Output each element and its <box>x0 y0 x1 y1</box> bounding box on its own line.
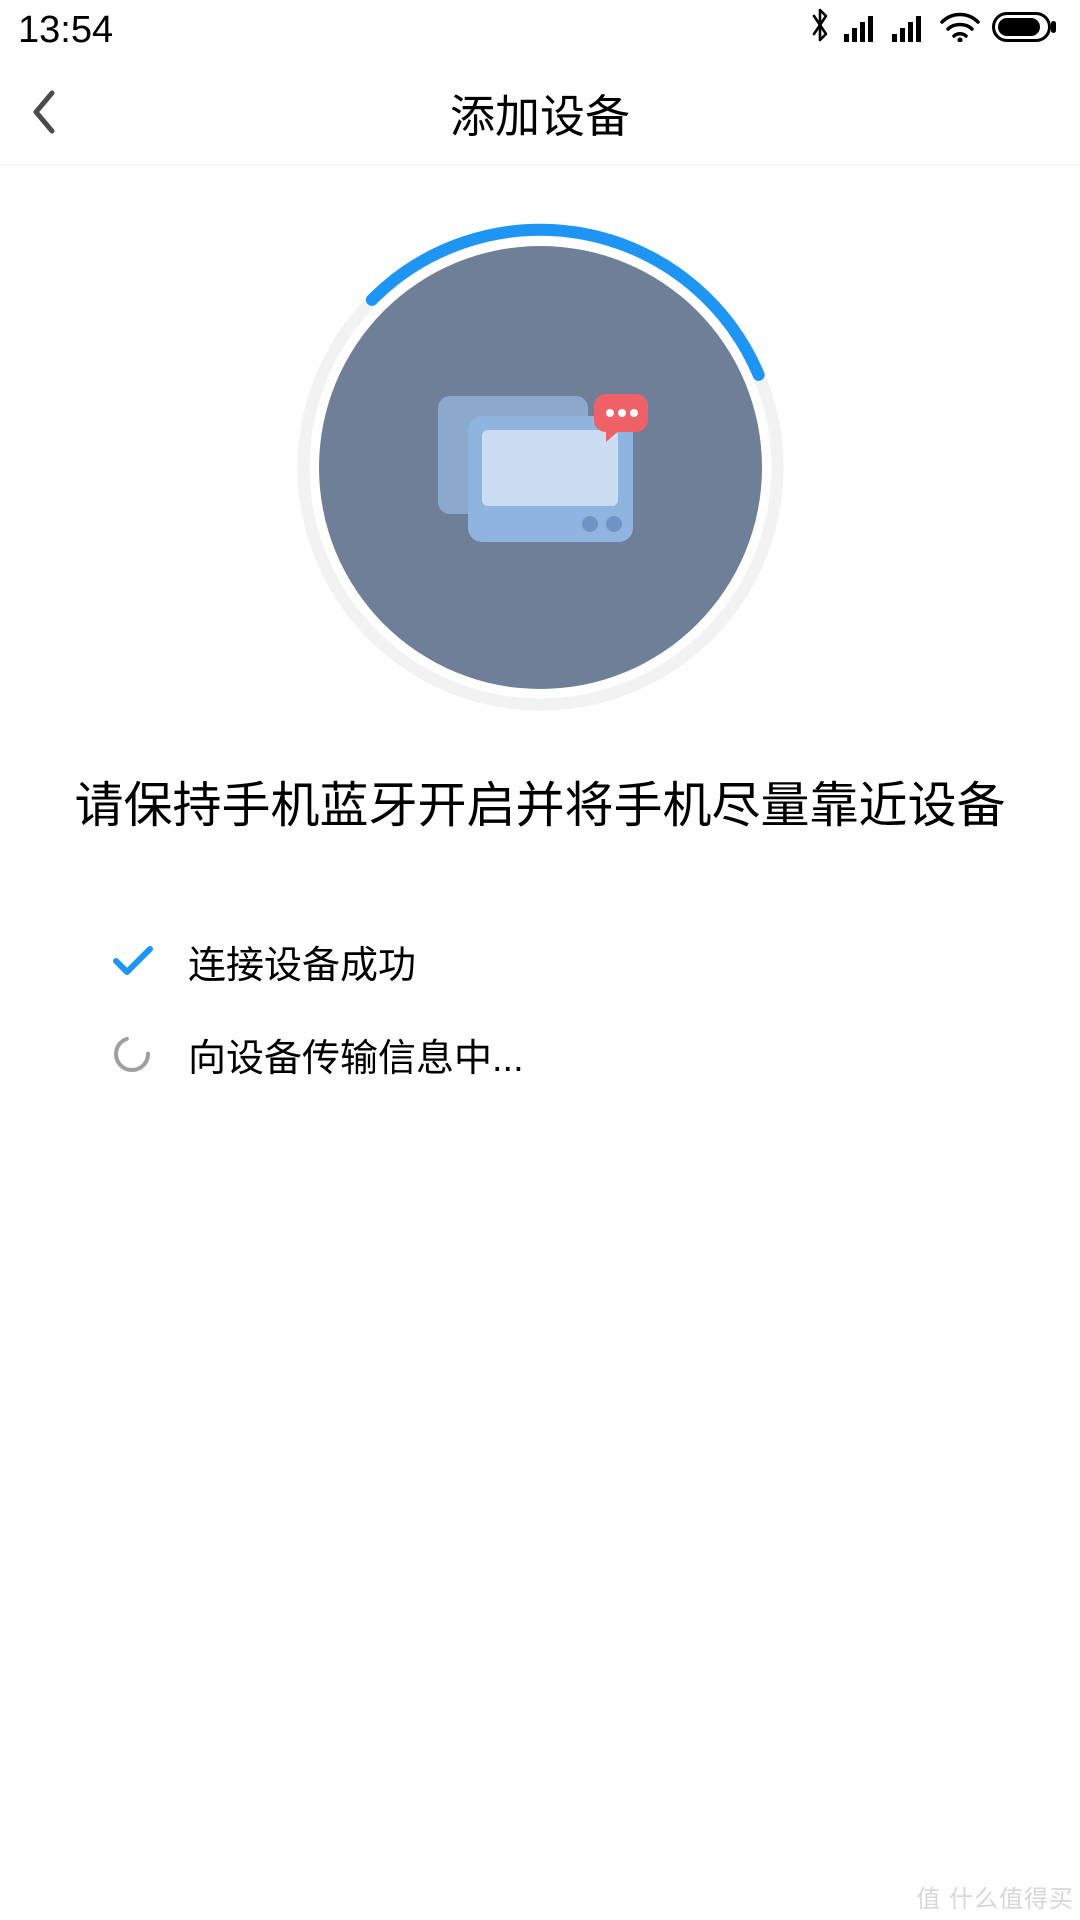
step-label: 连接设备成功 <box>188 934 416 989</box>
battery-icon <box>992 9 1058 52</box>
instruction-text: 请保持手机蓝牙开启并将手机尽量靠近设备 <box>0 770 1080 844</box>
status-time: 13:54 <box>18 9 113 52</box>
steps-list: 连接设备成功 向设备传输信息中... <box>0 934 1080 1082</box>
bluetooth-icon <box>808 7 832 53</box>
device-icon <box>430 388 650 548</box>
status-bar: 13:54 <box>0 0 1080 60</box>
step-item: 向设备传输信息中... <box>110 1027 1080 1082</box>
progress-ring <box>293 220 788 715</box>
spinner-icon <box>110 1032 154 1076</box>
title-bar: 添加设备 <box>0 60 1080 165</box>
step-label: 向设备传输信息中... <box>188 1027 524 1082</box>
check-icon <box>110 939 154 983</box>
page-title: 添加设备 <box>450 80 630 145</box>
status-icons <box>808 7 1058 53</box>
step-item: 连接设备成功 <box>110 934 1080 989</box>
chevron-left-icon <box>30 89 58 135</box>
signal-icon-2 <box>892 9 928 52</box>
signal-icon <box>844 9 880 52</box>
back-button[interactable] <box>30 60 58 164</box>
device-illustration <box>319 246 762 689</box>
progress-hero <box>0 220 1080 715</box>
watermark: 值 什么值得买 <box>916 1879 1074 1914</box>
wifi-icon <box>940 9 980 52</box>
